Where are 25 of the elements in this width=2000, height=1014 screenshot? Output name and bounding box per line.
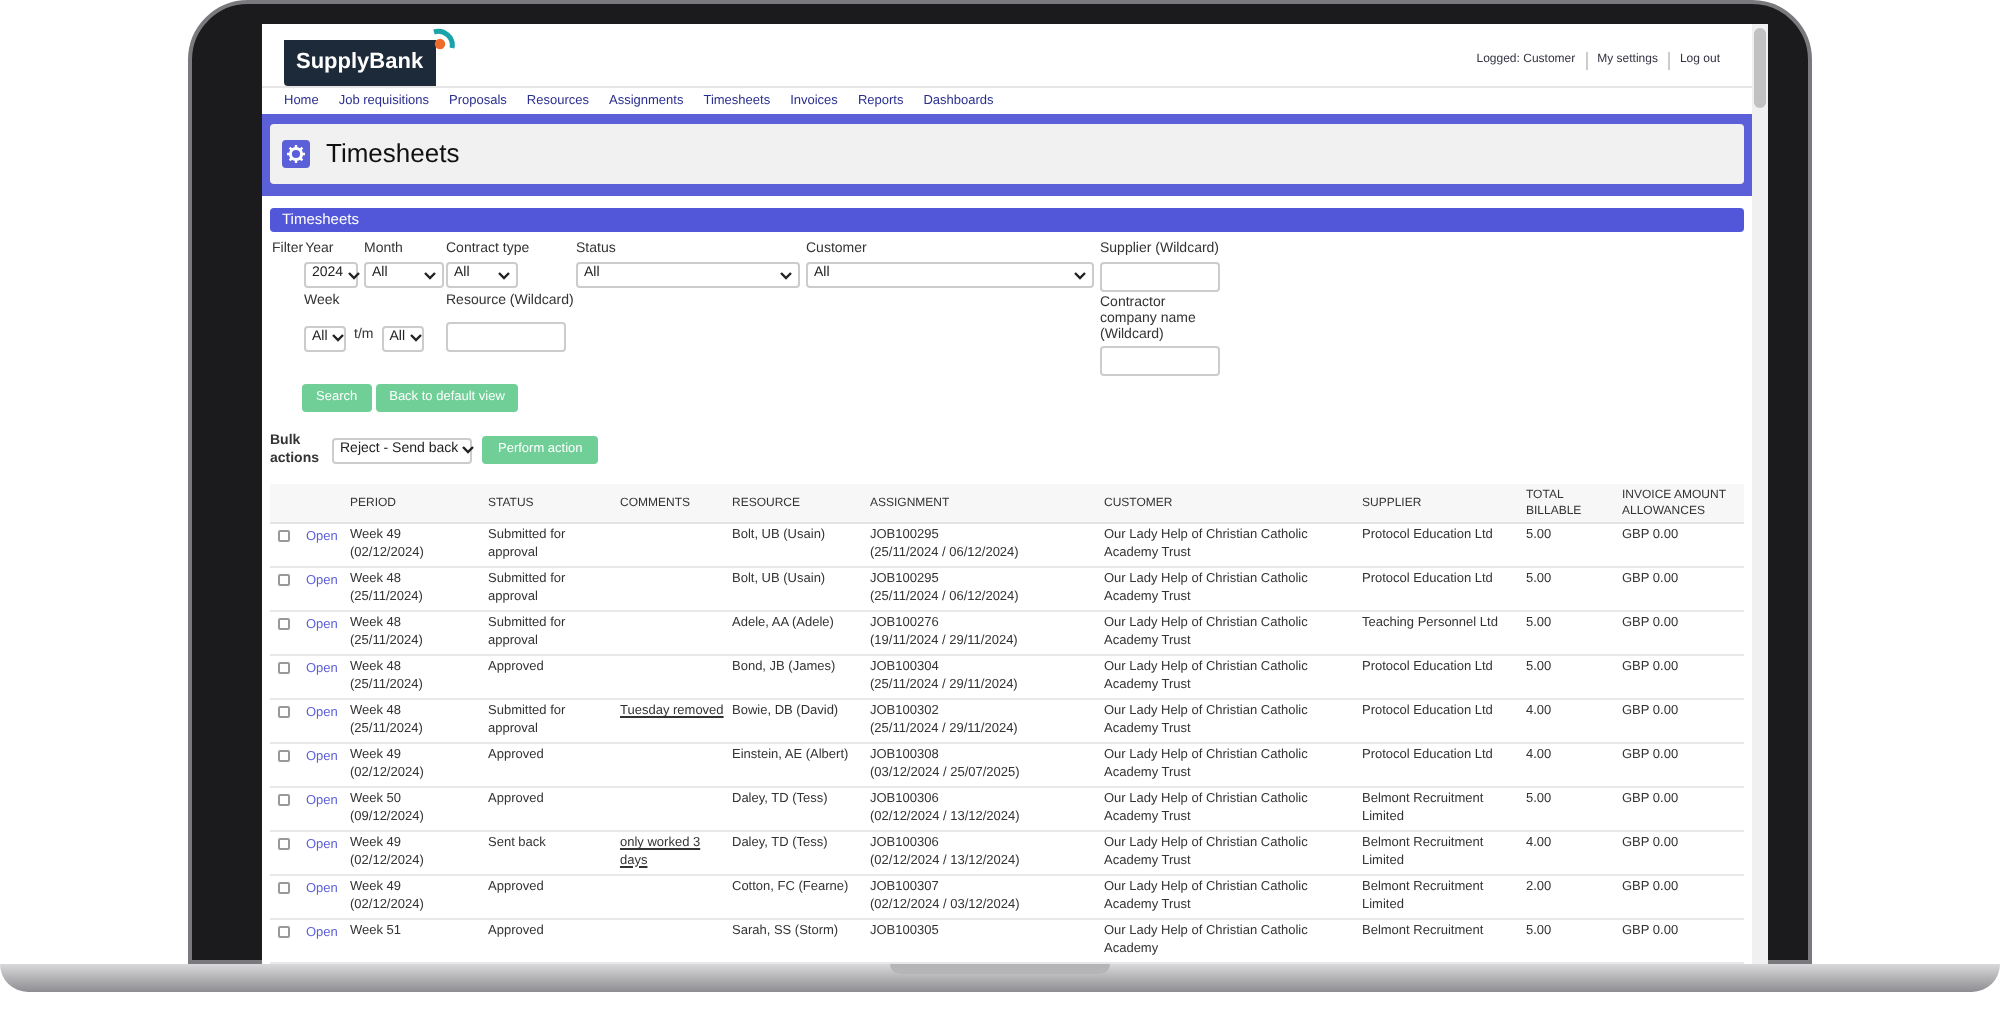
checkbox[interactable] xyxy=(278,706,290,718)
checkbox[interactable] xyxy=(278,530,290,542)
checkbox[interactable] xyxy=(278,838,290,850)
checkbox[interactable] xyxy=(278,926,290,938)
input-field[interactable] xyxy=(1100,346,1220,376)
logo: SupplyBank xyxy=(284,40,436,85)
checkbox[interactable] xyxy=(278,574,290,586)
chevron-icon xyxy=(424,271,436,279)
chevron-icon xyxy=(462,446,475,454)
chevron-icon xyxy=(347,271,360,279)
chevron-icon xyxy=(498,271,510,279)
page-title: Timesheets xyxy=(326,135,460,172)
checkbox[interactable] xyxy=(278,750,290,762)
chevron-icon xyxy=(1074,271,1086,279)
checkbox[interactable] xyxy=(278,618,290,630)
checkbox[interactable] xyxy=(278,882,290,894)
checkbox[interactable] xyxy=(278,794,290,806)
chevron-icon xyxy=(780,271,792,279)
scrollbar[interactable] xyxy=(1752,24,1768,964)
chevron-icon xyxy=(409,334,422,342)
checkbox[interactable] xyxy=(278,662,290,674)
settings-icon xyxy=(282,139,310,167)
input-field[interactable] xyxy=(1100,262,1220,292)
chevron-icon xyxy=(331,334,344,342)
input-field[interactable] xyxy=(446,321,566,351)
